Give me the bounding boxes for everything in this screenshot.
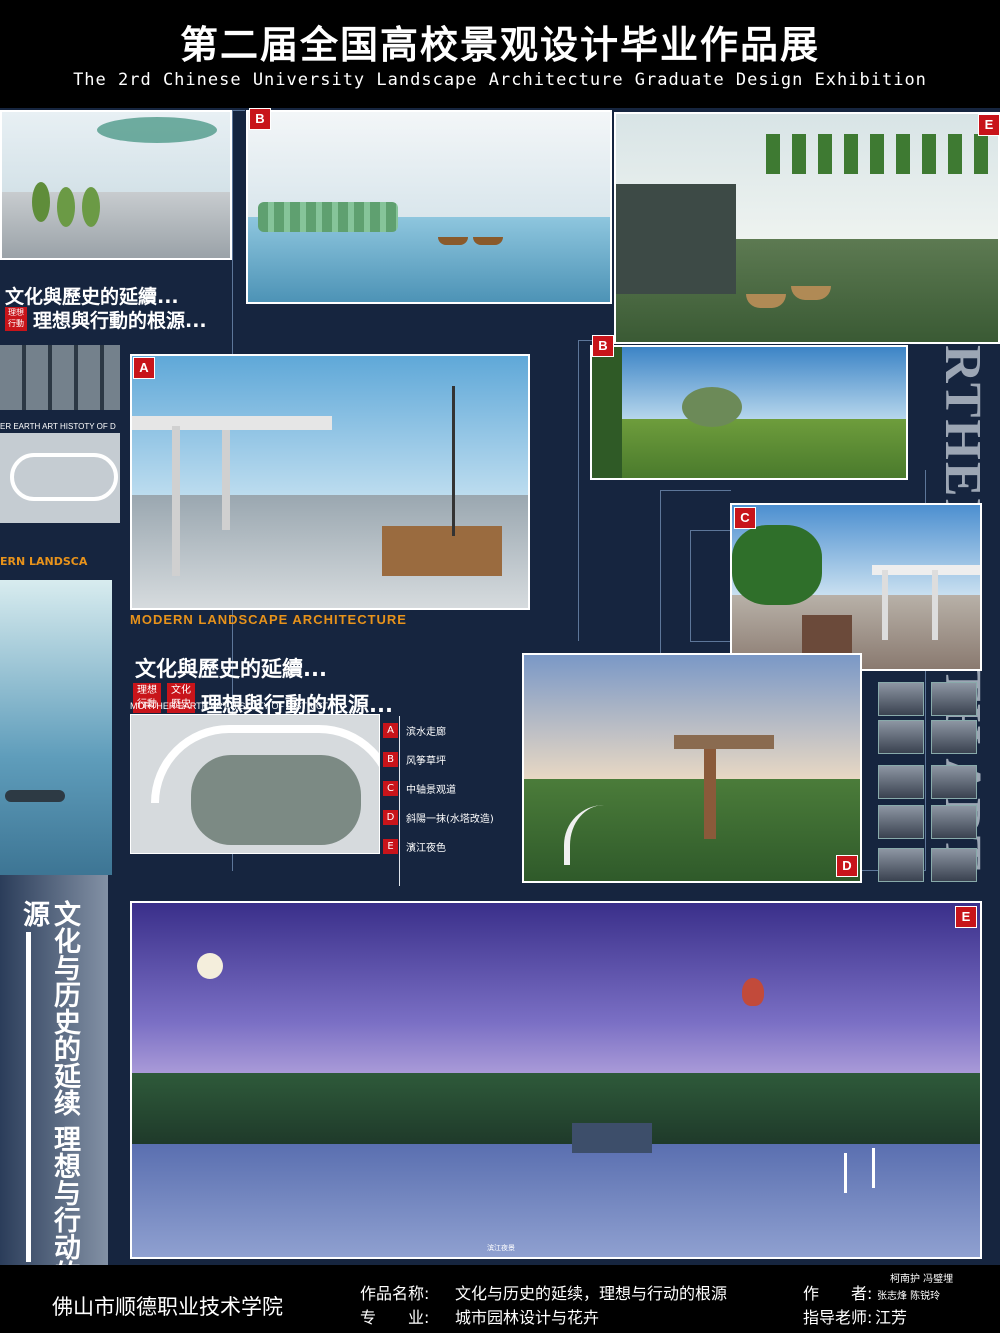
thumbnail-photo <box>878 720 924 754</box>
thumbnail-photo <box>931 720 977 754</box>
footer-work-label: 作品名称: <box>360 1284 430 1303</box>
photo-palm-boardwalk <box>614 112 1000 344</box>
legend-item-a: A 滨水走廊 <box>383 720 503 738</box>
caption-mid-line1: 文化與歷史的延續... <box>135 657 327 681</box>
legend-item-d: D 斜陽一抹(水塔改造) <box>383 807 503 825</box>
poster-header: 第二届全国高校景观设计毕业作品展 The 2rd Chinese Univers… <box>0 0 1000 108</box>
footer-authors-line2: 张志烽 陈锐玲 <box>877 1291 941 1302</box>
thumbnail-grid-left <box>0 345 120 410</box>
footer-author-label: 作 者: <box>803 1284 873 1303</box>
footer-major-name: 城市园林设计与花卉 <box>455 1308 600 1327</box>
footer-school: 佛山市顺德职业技术学院 <box>52 1295 283 1319</box>
footer-authors-line1: 柯南护 冯璧埋 <box>890 1274 954 1285</box>
photo-plaza-trees <box>0 110 232 260</box>
caption-top-line1: 文化與歷史的延續... <box>5 286 179 308</box>
site-legend: A 滨水走廊 B 风筝草坪 C 中轴景观道 D 斜陽一抹(水塔改造) E 濱江夜色 <box>383 716 494 886</box>
map-heading: MORTHER EARTH ART HISTOTY OF DISTRICT <box>130 701 329 711</box>
exhibition-poster: 第二届全国高校景观设计毕业作品展 The 2rd Chinese Univers… <box>0 0 1000 1333</box>
photo-tag-e-top: E <box>978 114 1000 136</box>
photo-left-site-plan <box>0 433 120 523</box>
photo-tag-a: A <box>133 357 155 379</box>
connector-line <box>690 530 731 642</box>
sidebar-white-bar <box>26 932 31 1262</box>
legend-item-c: C 中轴景观道 <box>383 778 503 796</box>
modern-landscape-label: MODERN LANDSCAPE ARCHITECTURE <box>130 612 407 627</box>
photo-left-aerial <box>0 580 112 875</box>
photo-d-water-tower <box>522 653 862 883</box>
thumbnail-photo <box>931 848 977 882</box>
thumbnail-photo <box>878 682 924 716</box>
thumbnail-photo <box>878 765 924 799</box>
left-modern-label: ERN LANDSCA <box>0 555 88 568</box>
legend-item-b: B 风筝草坪 <box>383 749 503 767</box>
thumbnail-photo <box>931 805 977 839</box>
legend-item-e: E 濱江夜色 <box>383 836 503 854</box>
poster-title-en: The 2rd Chinese University Landscape Arc… <box>73 70 927 90</box>
photo-tag-d: D <box>836 855 858 877</box>
photo-a-corridor <box>130 354 530 610</box>
left-map-heading: ER EARTH ART HISTOTY OF D <box>0 422 116 431</box>
poster-footer: 佛山市顺德职业技术学院 作品名称: 文化与历史的延续，理想与行动的根源 专 业:… <box>0 1265 1000 1333</box>
site-plan-map <box>130 714 380 854</box>
photo-c-axis-walk <box>730 503 982 671</box>
footer-advisor-name: 江芳 <box>875 1308 908 1327</box>
footer-major-label: 专 业: <box>360 1308 430 1327</box>
thumbnail-photo <box>878 805 924 839</box>
caption-top-line2: 理想與行動的根源... <box>33 310 207 332</box>
photo-tag-b: B <box>592 335 614 357</box>
thumbnail-photo <box>931 765 977 799</box>
night-photo-caption: 滨江夜景 <box>487 1244 515 1252</box>
photo-tag-b-top: B <box>249 108 271 130</box>
poster-title-cn: 第二届全国高校景观设计毕业作品展 <box>179 23 820 67</box>
photo-e-night-river: 滨江夜景 <box>130 901 982 1259</box>
thumbnail-photo <box>878 848 924 882</box>
photo-tag-c: C <box>734 507 756 529</box>
caption-top-badge: 理想 行動 <box>5 307 27 331</box>
photo-b-kite-lawn <box>590 345 908 480</box>
photo-waterfront-boats <box>246 110 612 304</box>
footer-advisor-label: 指导老师: <box>803 1308 873 1327</box>
thumbnail-photo <box>931 682 977 716</box>
footer-work-name: 文化与历史的延续，理想与行动的根源 <box>455 1284 728 1303</box>
photo-tag-e: E <box>955 906 977 928</box>
